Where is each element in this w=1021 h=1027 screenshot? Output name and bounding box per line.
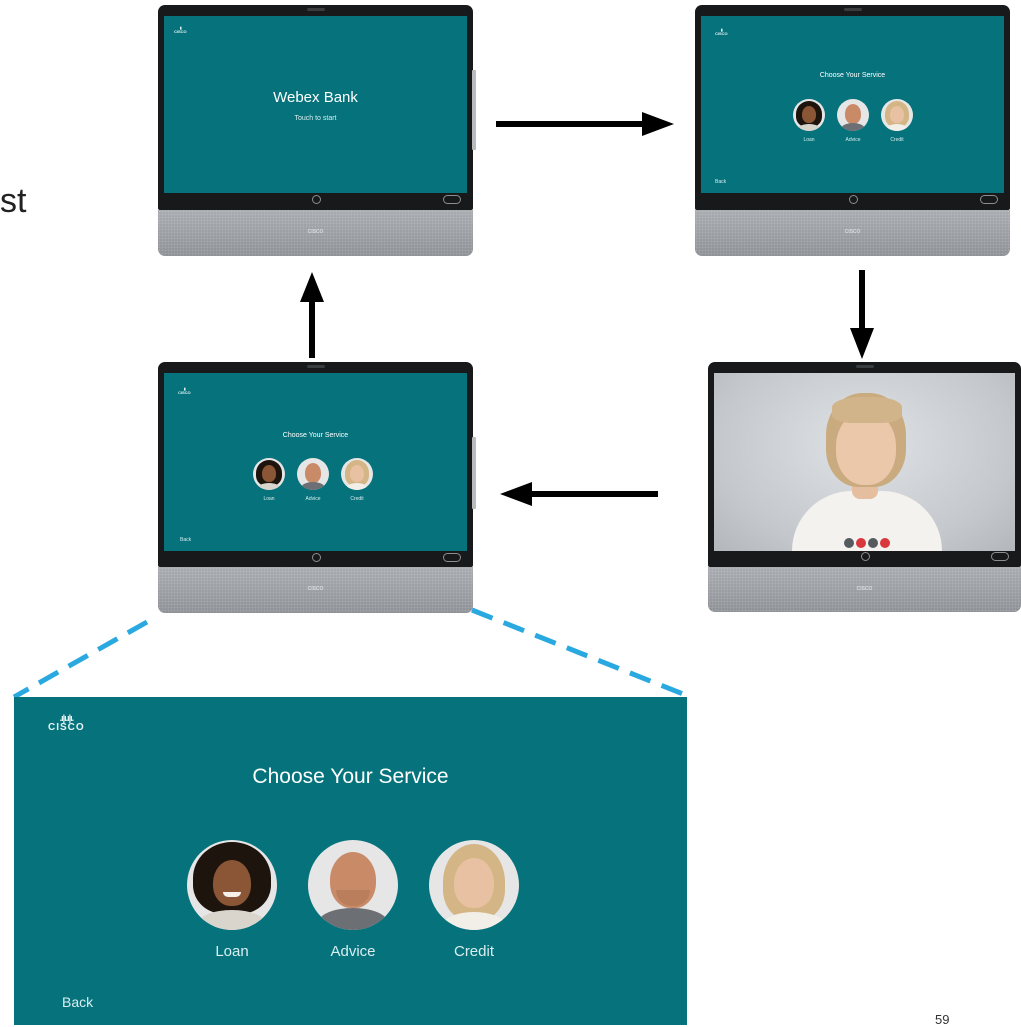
- option-label-advice: Advice: [330, 943, 376, 960]
- avatar-credit[interactable]: [429, 840, 519, 930]
- option-label-credit: Credit: [453, 943, 494, 960]
- option-label-loan: Loan: [215, 943, 249, 960]
- detail-title: Choose Your Service: [252, 765, 449, 788]
- back-link[interactable]: Back: [62, 994, 93, 1010]
- avatar-loan[interactable]: [187, 840, 277, 930]
- avatar-advice[interactable]: [308, 840, 398, 930]
- cisco-logo-icon: .ı|ı.ı|ı. CISCO: [48, 714, 85, 733]
- logo-word: CISCO: [48, 722, 85, 733]
- detail-screen: .ı|ı.ı|ı. CISCO Choose Your Service Loan…: [14, 697, 687, 1025]
